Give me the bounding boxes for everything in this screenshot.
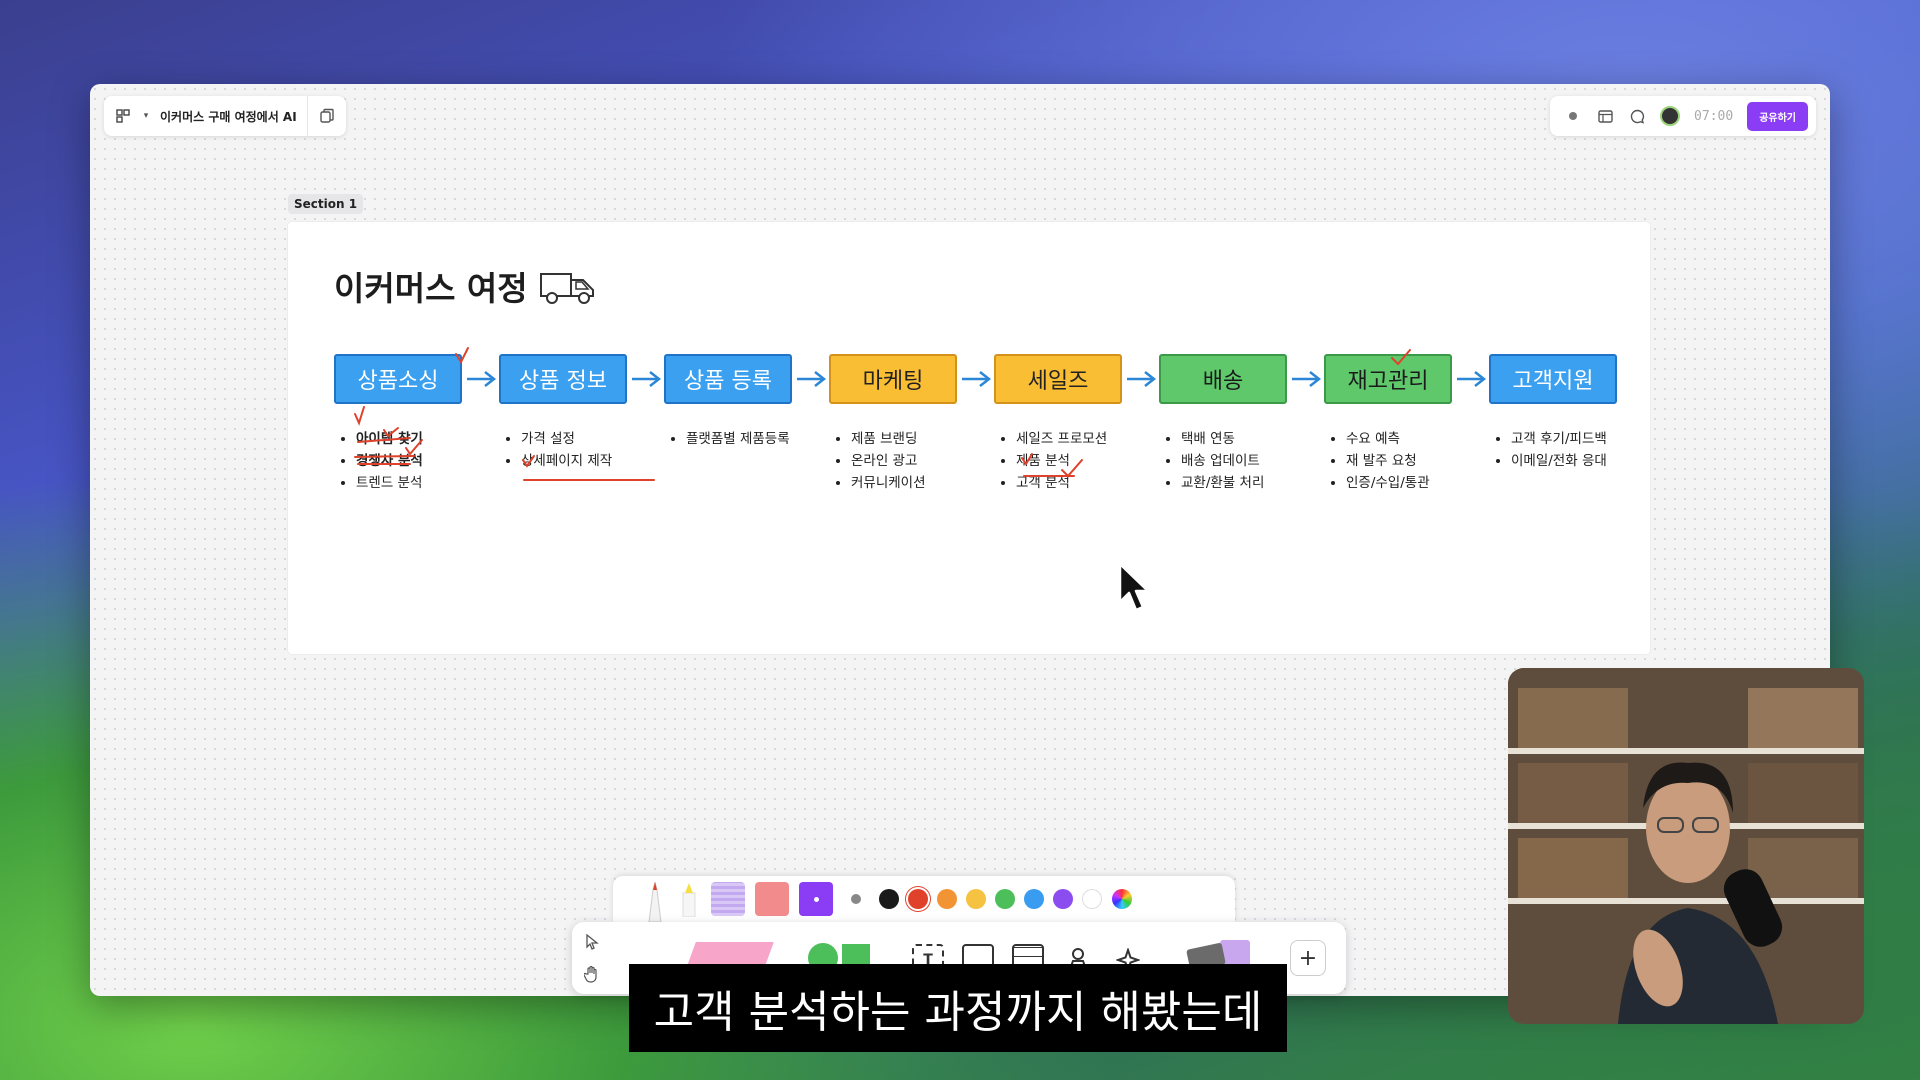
step-box[interactable]: 세일즈 (994, 354, 1122, 404)
bullet-item[interactable]: 수요 예측 (1346, 428, 1496, 450)
avatar[interactable] (1660, 106, 1681, 126)
bullet-item[interactable]: 경쟁사 분석 (356, 450, 506, 472)
color-swatch[interactable] (908, 889, 928, 909)
zoom-dot-icon[interactable] (1564, 107, 1582, 125)
step-bullet-list: 제품 브랜딩온라인 광고커뮤니케이션 (833, 428, 1001, 494)
color-swatch[interactable] (995, 889, 1015, 909)
step-box[interactable]: 상품 정보 (499, 354, 627, 404)
bullet-item[interactable]: 인증/수입/통관 (1346, 472, 1496, 494)
share-button[interactable]: 공유하기 (1747, 101, 1808, 131)
copy-icon[interactable] (318, 107, 336, 125)
step-box[interactable]: 재고관리 (1324, 354, 1452, 404)
bullet-item[interactable]: 세일즈 프로모션 (1016, 428, 1166, 450)
presenter-image (1508, 668, 1864, 1024)
bullet-item[interactable]: 제품 분석 (1016, 450, 1166, 472)
bullet-item[interactable]: 온라인 광고 (851, 450, 1001, 472)
section-tag[interactable]: Section 1 (288, 194, 364, 214)
bullet-item[interactable]: 아이템 찾기 (356, 428, 506, 450)
color-wheel-icon[interactable] (1112, 889, 1132, 909)
board-title-text: 이커머스 여정 (334, 269, 528, 308)
bullet-item[interactable]: 이메일/전화 응대 (1511, 450, 1661, 472)
bullet-item[interactable]: 교환/환불 처리 (1181, 472, 1331, 494)
video-subtitle: 고객 분석하는 과정까지 해봤는데 (629, 964, 1287, 1052)
color-swatch[interactable] (966, 889, 986, 909)
bullet-item[interactable]: 제품 브랜딩 (851, 428, 1001, 450)
step-bullet-list: 아이템 찾기경쟁사 분석트렌드 분석 (338, 428, 506, 494)
delivery-truck-icon (539, 273, 594, 304)
bullet-item[interactable]: 택배 연동 (1181, 428, 1331, 450)
add-button[interactable]: + (1290, 940, 1326, 976)
chevron-down-icon[interactable]: ▾ (142, 107, 150, 125)
arrow-right-icon (464, 367, 498, 391)
stroke-size-dot[interactable] (851, 894, 861, 904)
color-swatch[interactable] (1082, 889, 1102, 909)
color-swatch[interactable] (937, 889, 957, 909)
step-bullet-list: 고객 후기/피드백이메일/전화 응대 (1493, 428, 1661, 472)
timer-display[interactable]: 07:00 (1694, 109, 1733, 124)
color-swatch[interactable] (879, 889, 899, 909)
color-swatch[interactable] (1024, 889, 1044, 909)
layout-icon[interactable] (1596, 107, 1614, 125)
color-swatch[interactable] (1053, 889, 1073, 909)
bullet-item[interactable]: 상세페이지 제작 (521, 450, 671, 472)
share-toolbar: 07:00 공유하기 (1550, 96, 1816, 136)
bullet-item[interactable]: 고객 후기/피드백 (1511, 428, 1661, 450)
bullet-item[interactable]: 커뮤니케이션 (851, 472, 1001, 494)
arrow-right-icon (1289, 367, 1323, 391)
step-bullet-list: 택배 연동배송 업데이트교환/환불 처리 (1163, 428, 1331, 494)
section-frame[interactable]: 이커머스 여정 상품소싱아이템 찾기경쟁사 분석트렌드 분석 상품 정보가격 설정… (288, 222, 1650, 654)
color-swatches (879, 889, 1102, 909)
bullet-item[interactable]: 고객 분석 (1016, 472, 1166, 494)
arrow-right-icon (629, 367, 663, 391)
mouse-cursor-icon (1118, 562, 1150, 612)
select-tool-icon[interactable] (580, 930, 604, 954)
divider (306, 96, 308, 136)
bullet-item[interactable]: 트렌드 분석 (356, 472, 506, 494)
washi-tape-tool-icon[interactable] (711, 882, 745, 916)
step-box[interactable]: 고객지원 (1489, 354, 1617, 404)
arrow-right-icon (959, 367, 993, 391)
highlighter-tool-icon[interactable] (677, 881, 701, 917)
pen-stroke (354, 406, 365, 426)
document-title[interactable]: 이커머스 구매 여정에서 AI (160, 108, 297, 125)
step-box[interactable]: 상품 등록 (664, 354, 792, 404)
menu-icon[interactable] (114, 107, 132, 125)
bullet-item[interactable]: 가격 설정 (521, 428, 671, 450)
arrow-right-icon (1124, 367, 1158, 391)
bullet-item[interactable]: 배송 업데이트 (1181, 450, 1331, 472)
hand-tool-icon[interactable] (580, 962, 604, 986)
bullet-item[interactable]: 플랫폼별 제품등록 (686, 428, 836, 450)
selected-color-swatch[interactable] (799, 882, 833, 916)
bullet-item[interactable]: 재 발주 요청 (1346, 450, 1496, 472)
step-bullet-list: 수요 예측재 발주 요청인증/수입/통관 (1328, 428, 1496, 494)
comment-icon[interactable] (1628, 107, 1646, 125)
step-bullet-list: 세일즈 프로모션제품 분석고객 분석 (998, 428, 1166, 494)
board-title[interactable]: 이커머스 여정 (334, 262, 598, 310)
step-box[interactable]: 상품소싱 (334, 354, 462, 404)
step-bullet-list: 가격 설정상세페이지 제작 (503, 428, 671, 472)
file-toolbar: ▾ 이커머스 구매 여정에서 AI (104, 96, 346, 136)
webcam-overlay (1508, 668, 1864, 1024)
step-box[interactable]: 마케팅 (829, 354, 957, 404)
arrow-right-icon (794, 367, 828, 391)
pen-tool-icon[interactable] (643, 876, 667, 922)
eraser-tool-icon[interactable] (755, 882, 789, 916)
step-bullet-list: 플랫폼별 제품등록 (668, 428, 836, 450)
drawing-palette (613, 876, 1235, 922)
step-box[interactable]: 배송 (1159, 354, 1287, 404)
arrow-right-icon (1454, 367, 1488, 391)
